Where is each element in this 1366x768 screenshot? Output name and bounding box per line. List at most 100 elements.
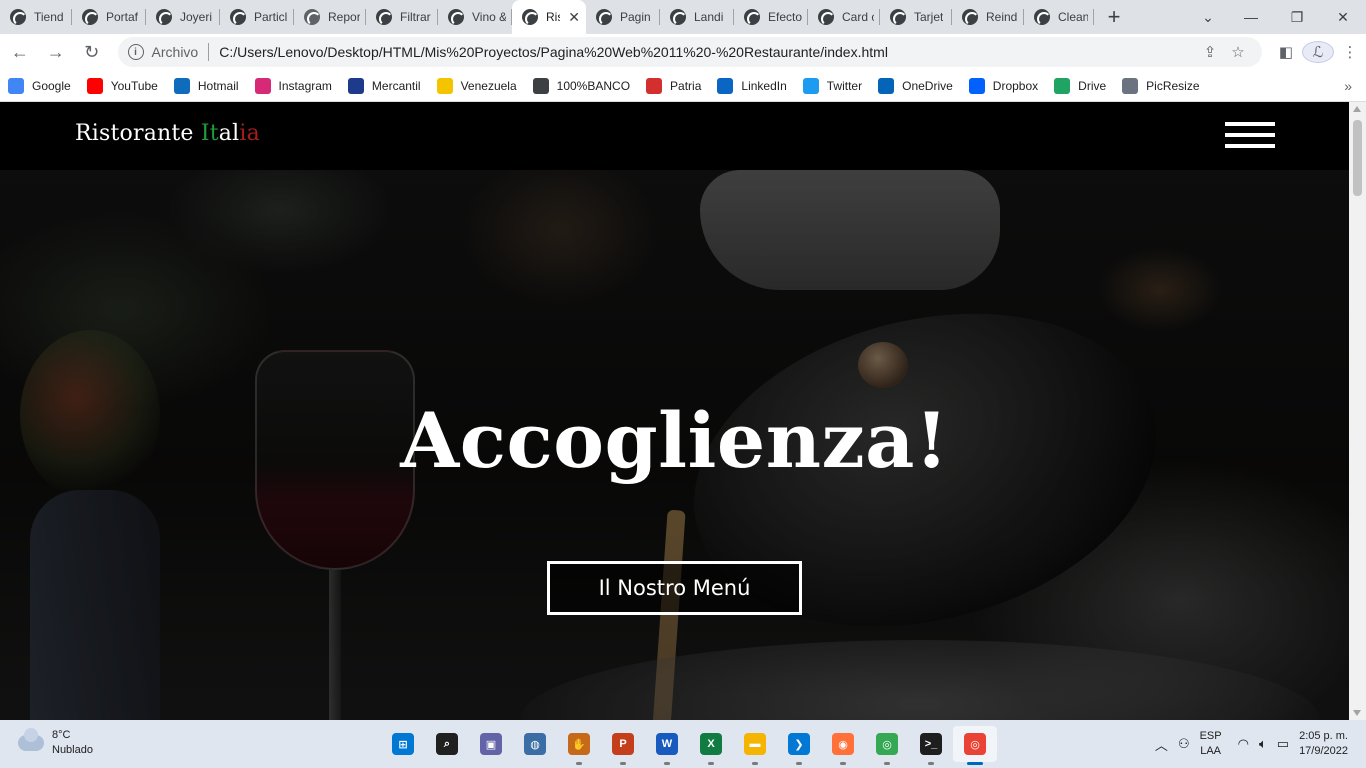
media-app-glyph: ◍	[524, 733, 546, 755]
bookmark-youtube[interactable]: YouTube	[86, 77, 158, 94]
new-tab-button[interactable]: +	[1094, 0, 1134, 34]
browser-tab[interactable]: Joyeri	[146, 0, 220, 34]
game-app-icon[interactable]: ✋	[557, 726, 601, 765]
chrome-globe-icon	[596, 9, 613, 26]
chrome-menu-icon[interactable]: ⋮	[1334, 43, 1366, 61]
tab-title: Card c	[842, 10, 874, 24]
weather-description: Nublado	[52, 744, 93, 756]
windows-start-glyph: ⊞	[392, 733, 414, 755]
bookmark-picresize[interactable]: PicResize	[1122, 77, 1200, 94]
scroll-down-arrow-icon[interactable]	[1353, 710, 1361, 716]
bookmark-hotmail[interactable]: Hotmail	[173, 77, 239, 94]
bookmark-linkedin[interactable]: LinkedIn	[717, 77, 787, 94]
bookmark-mercantil[interactable]: Mercantil	[347, 77, 421, 94]
battery-icon[interactable]: ▭	[1277, 736, 1289, 752]
browser-tab[interactable]: Vino &	[438, 0, 512, 34]
url-text[interactable]: C:/Users/Lenovo/Desktop/HTML/Mis%20Proye…	[219, 44, 1196, 60]
picresize-icon	[1122, 77, 1139, 94]
venezuela-icon	[436, 77, 453, 94]
profile-avatar[interactable]: ℒ	[1302, 41, 1334, 63]
media-app-icon[interactable]: ◍	[513, 726, 557, 762]
bookmark-google[interactable]: Google	[8, 77, 71, 94]
forward-button[interactable]: →	[40, 36, 72, 68]
tab-title: Ris	[546, 10, 560, 24]
weather-widget[interactable]: 8°C Nublado	[18, 728, 93, 758]
browser-tab[interactable]: Repor	[294, 0, 366, 34]
language-indicator[interactable]: ESP LAA	[1200, 729, 1222, 759]
bookmark-instagram[interactable]: Instagram	[254, 77, 332, 94]
close-tab-icon[interactable]: ✕	[568, 9, 580, 26]
bookmark-star-icon[interactable]: ☆	[1224, 43, 1252, 61]
hamburger-menu-icon[interactable]	[1225, 122, 1275, 149]
page-scrollbar[interactable]	[1349, 102, 1366, 720]
teams-chat-icon[interactable]: ▣	[469, 726, 513, 762]
bookmark-venezuela[interactable]: Venezuela	[436, 77, 517, 94]
browser-tab[interactable]: Reind	[952, 0, 1024, 34]
browser-tab[interactable]: Landi	[660, 0, 734, 34]
browser-tab[interactable]: Clean	[1024, 0, 1094, 34]
scrollbar-thumb[interactable]	[1353, 120, 1362, 196]
bookmark-label: Google	[32, 78, 71, 93]
terminal-icon[interactable]: >_	[909, 726, 953, 765]
system-clock[interactable]: 2:05 p. m. 17/9/2022	[1299, 729, 1348, 759]
address-bar[interactable]: i Archivo C:/Users/Lenovo/Desktop/HTML/M…	[117, 37, 1262, 67]
bookmark-drive[interactable]: Drive	[1054, 77, 1106, 94]
share-icon[interactable]: ⇪	[1196, 43, 1224, 61]
chrome-profile-icon[interactable]: ◎	[953, 726, 997, 765]
maximize-button[interactable]: ❐	[1274, 0, 1320, 34]
bookmark-twitter[interactable]: Twitter	[802, 77, 862, 94]
chrome-globe-icon	[82, 9, 99, 26]
browser-tab[interactable]: Tarjet	[880, 0, 952, 34]
site-info-icon[interactable]: i	[127, 44, 144, 60]
address-divider	[208, 43, 210, 61]
tab-title: Landi	[694, 10, 724, 24]
scheme-label: Archivo	[151, 44, 199, 60]
browser-tab[interactable]: Filtrar	[366, 0, 438, 34]
running-indicator	[620, 762, 626, 765]
vscode-icon[interactable]: ❯	[777, 726, 821, 765]
youtube-icon	[86, 77, 103, 94]
running-indicator	[967, 762, 983, 765]
show-hidden-icons-chevron-icon[interactable]: ︿	[1155, 735, 1168, 754]
browser-tab[interactable]: Ris ✕	[512, 0, 586, 34]
outlook-icon	[173, 77, 190, 94]
browser-tab[interactable]: Particl	[220, 0, 294, 34]
site-logo[interactable]: Ristorante Italia	[75, 121, 260, 146]
browser-tab[interactable]: Portaf	[72, 0, 146, 34]
close-window-button[interactable]: ✕	[1320, 0, 1366, 34]
back-button[interactable]: ←	[4, 36, 36, 68]
logo-text-red: ia	[239, 121, 260, 146]
browser-tab[interactable]: Pagin	[586, 0, 660, 34]
bookmark-dropbox[interactable]: Dropbox	[968, 77, 1038, 94]
chrome-icon[interactable]: ◎	[865, 726, 909, 765]
menu-button[interactable]: Il Nostro Menú	[547, 561, 802, 615]
windows-start-icon[interactable]: ⊞	[381, 726, 425, 762]
bookmark-100banco[interactable]: 100%BANCO	[532, 77, 630, 94]
bookmark-onedrive[interactable]: OneDrive	[878, 77, 953, 94]
tab-title: Filtrar	[400, 10, 431, 24]
search-icon[interactable]: ⌕	[425, 726, 469, 762]
file-explorer-icon[interactable]: ▬	[733, 726, 777, 765]
tab-search-chevron-icon[interactable]: ⌄	[1188, 0, 1228, 34]
bookmark-label: OneDrive	[902, 78, 953, 93]
browser-tab[interactable]: Efecto	[734, 0, 808, 34]
volume-icon[interactable]: 🔈︎	[1259, 736, 1267, 752]
firefox-icon[interactable]: ◉	[821, 726, 865, 765]
browser-tab[interactable]: Card c	[808, 0, 880, 34]
minimize-button[interactable]: —	[1228, 0, 1274, 34]
side-panel-icon[interactable]: ◧	[1270, 43, 1302, 61]
reload-button[interactable]: ↻	[76, 36, 108, 68]
bookmark-label: LinkedIn	[741, 78, 787, 93]
network-status-icon[interactable]: ⚇	[1178, 736, 1190, 752]
scroll-up-arrow-icon[interactable]	[1353, 106, 1361, 112]
powerpoint-icon[interactable]: P	[601, 726, 645, 765]
site-header: Ristorante Italia	[0, 102, 1349, 170]
wifi-icon[interactable]: ◠	[1238, 736, 1249, 752]
excel-icon[interactable]: X	[689, 726, 733, 765]
clock-time: 2:05 p. m.	[1299, 730, 1348, 742]
bookmark-patria[interactable]: Patria	[646, 77, 701, 94]
word-icon[interactable]: W	[645, 726, 689, 765]
bookmarks-overflow-icon[interactable]: »	[1344, 78, 1352, 94]
browser-tab[interactable]: Tiend	[0, 0, 72, 34]
chrome-globe-icon	[156, 9, 173, 26]
